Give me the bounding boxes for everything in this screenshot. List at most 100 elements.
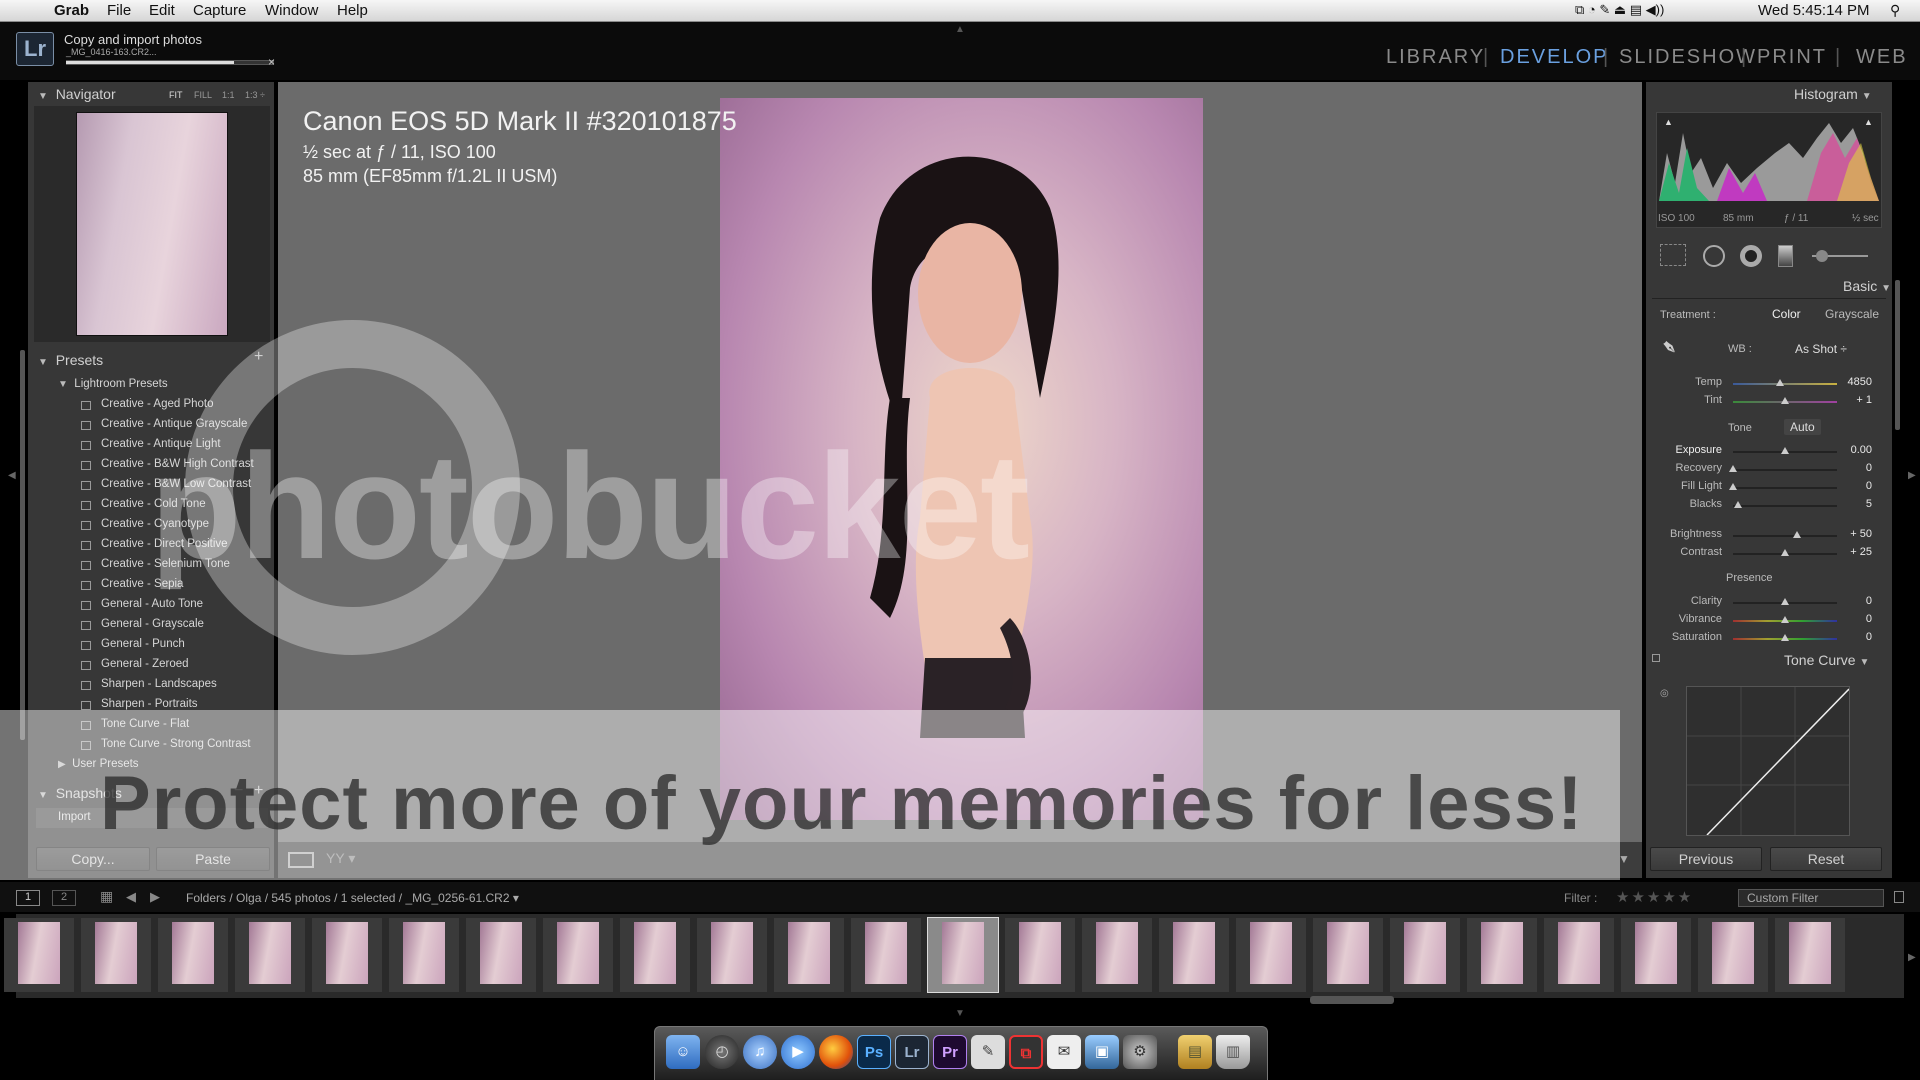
ichat-icon[interactable]: ▶ <box>781 1035 815 1069</box>
filmstrip-scrollbar[interactable] <box>1310 996 1394 1004</box>
slider-knob[interactable] <box>1781 397 1789 404</box>
filmstrip-thumb[interactable] <box>1467 918 1537 992</box>
remote-desktop-icon[interactable]: ⧉ <box>1009 1035 1043 1069</box>
back-arrow-icon[interactable]: ◀ <box>126 889 136 905</box>
menubar-clock[interactable]: Wed 5:45:14 PM <box>1758 2 1869 19</box>
slider-value[interactable]: + 50 <box>1832 528 1872 540</box>
filter-select[interactable]: Custom Filter <box>1738 889 1884 907</box>
menu-help[interactable]: Help <box>337 2 368 19</box>
navigator-thumbnail[interactable] <box>76 112 228 336</box>
slider-knob[interactable] <box>1781 598 1789 605</box>
grid-view-icon[interactable]: ▦ <box>100 888 113 905</box>
preset-item[interactable]: Sharpen - Landscapes <box>101 678 217 690</box>
basic-header[interactable]: Basic ▼ <box>1843 278 1891 294</box>
shadow-clipping-icon[interactable]: ▲ <box>1664 117 1673 127</box>
filmstrip-thumb[interactable] <box>697 918 767 992</box>
filmstrip-right-arrow-icon[interactable]: ▶ <box>1908 952 1916 963</box>
module-develop[interactable]: DEVELOP <box>1500 46 1608 69</box>
preset-item[interactable]: General - Grayscale <box>101 618 204 630</box>
histogram-header[interactable]: Histogram ▼ <box>1794 86 1872 102</box>
filmstrip-thumb[interactable] <box>851 918 921 992</box>
slider-value[interactable]: 0 <box>1832 480 1872 492</box>
slider-knob[interactable] <box>1734 501 1743 508</box>
mail-icon[interactable]: ✉ <box>1047 1035 1081 1069</box>
rating-filter-stars[interactable]: ★★★★★ <box>1616 888 1693 906</box>
filter-lock-icon[interactable] <box>1894 891 1904 903</box>
tone-curve-header[interactable]: Tone Curve ▼ <box>1784 652 1869 668</box>
crop-tool-icon[interactable] <box>1660 244 1686 266</box>
module-library[interactable]: LIBRARY <box>1386 46 1485 69</box>
filmstrip-thumb[interactable] <box>543 918 613 992</box>
slider-value[interactable]: 4850 <box>1832 376 1872 388</box>
slider-value[interactable]: 0 <box>1832 595 1872 607</box>
right-scrollbar[interactable] <box>1895 280 1900 430</box>
itunes-icon[interactable]: ♫ <box>743 1035 777 1069</box>
module-web[interactable]: WEB <box>1856 46 1908 69</box>
wb-select[interactable]: As Shot ÷ <box>1795 342 1847 356</box>
filmstrip-thumb[interactable] <box>389 918 459 992</box>
filmstrip-thumb[interactable] <box>1621 918 1691 992</box>
treatment-color[interactable]: Color <box>1772 307 1801 321</box>
slider-track[interactable] <box>1733 469 1837 471</box>
red-eye-icon[interactable] <box>1740 245 1762 267</box>
slider-knob[interactable] <box>1729 483 1737 490</box>
filmstrip-thumb[interactable] <box>1544 918 1614 992</box>
app-menu[interactable]: Grab <box>54 2 89 19</box>
premiere-icon[interactable]: Pr <box>933 1035 967 1069</box>
slider-knob[interactable] <box>1781 616 1789 623</box>
documents-stack-icon[interactable]: ▤ <box>1178 1035 1212 1069</box>
status-icons[interactable]: ⧉ ◔ ✎ ⏏ ▤ ◀)) <box>1575 2 1664 18</box>
task-close-icon[interactable]: × <box>268 55 275 69</box>
slider-value[interactable]: + 1 <box>1832 394 1872 406</box>
trash-icon[interactable]: ▥ <box>1216 1035 1250 1069</box>
graduated-filter-icon[interactable] <box>1778 245 1793 267</box>
lightroom-presets-folder[interactable]: ▼ Lightroom Presets <box>58 378 168 390</box>
filmstrip-toggle-icon[interactable]: ▼ <box>955 1008 965 1019</box>
navigator-header[interactable]: ▼ Navigator <box>38 86 116 102</box>
zoom-1-1[interactable]: 1:1 <box>222 90 235 100</box>
slider-knob[interactable] <box>1781 634 1789 641</box>
slider-track[interactable] <box>1733 487 1837 489</box>
slider-value[interactable]: 0 <box>1832 631 1872 643</box>
iphoto-icon[interactable]: ▣ <box>1085 1035 1119 1069</box>
primary-window-button[interactable]: 1 <box>16 890 40 906</box>
target-adjust-icon[interactable]: ◎ <box>1660 688 1669 699</box>
photoshop-icon[interactable]: Ps <box>857 1035 891 1069</box>
filmstrip-thumb[interactable] <box>1775 918 1845 992</box>
right-panel-toggle-icon[interactable]: ▶ <box>1908 470 1916 481</box>
histogram[interactable] <box>1656 112 1882 228</box>
auto-tone-button[interactable]: Auto <box>1784 419 1821 435</box>
slider-knob[interactable] <box>1775 379 1784 386</box>
filmstrip-thumb[interactable] <box>81 918 151 992</box>
filmstrip-thumb[interactable] <box>1082 918 1152 992</box>
slider-knob[interactable] <box>1793 531 1802 538</box>
menu-edit[interactable]: Edit <box>149 2 175 19</box>
spot-removal-icon[interactable] <box>1703 245 1725 267</box>
zoom-fill[interactable]: FILL <box>194 90 212 100</box>
filmstrip-thumb[interactable] <box>1005 918 1075 992</box>
slider-value[interactable]: 5 <box>1832 498 1872 510</box>
secondary-window-button[interactable]: 2 <box>52 890 76 906</box>
filmstrip-thumb[interactable] <box>235 918 305 992</box>
menu-file[interactable]: File <box>107 2 131 19</box>
slider-value[interactable]: + 25 <box>1832 546 1872 558</box>
slider-track[interactable] <box>1733 505 1837 507</box>
filmstrip-thumb[interactable] <box>466 918 536 992</box>
lightroom-icon[interactable]: Lr <box>895 1035 929 1069</box>
filmstrip-thumb[interactable] <box>1390 918 1460 992</box>
system-preferences-icon[interactable]: ⚙ <box>1123 1035 1157 1069</box>
slider-knob[interactable] <box>1781 447 1789 454</box>
filmstrip-thumb[interactable] <box>4 918 74 992</box>
slider-value[interactable]: 0 <box>1832 613 1872 625</box>
menu-window[interactable]: Window <box>265 2 318 19</box>
slider-track[interactable] <box>1733 535 1837 537</box>
filmstrip-thumb[interactable] <box>1236 918 1306 992</box>
filmstrip-thumb[interactable] <box>774 918 844 992</box>
forward-arrow-icon[interactable]: ▶ <box>150 889 160 905</box>
filmstrip-thumb[interactable] <box>312 918 382 992</box>
filmstrip-thumb[interactable] <box>927 917 999 993</box>
treatment-grayscale[interactable]: Grayscale <box>1825 307 1879 321</box>
filmstrip-thumb[interactable] <box>1159 918 1229 992</box>
spotlight-icon[interactable]: ⚲ <box>1890 2 1900 19</box>
tone-curve-graph[interactable] <box>1686 686 1850 836</box>
